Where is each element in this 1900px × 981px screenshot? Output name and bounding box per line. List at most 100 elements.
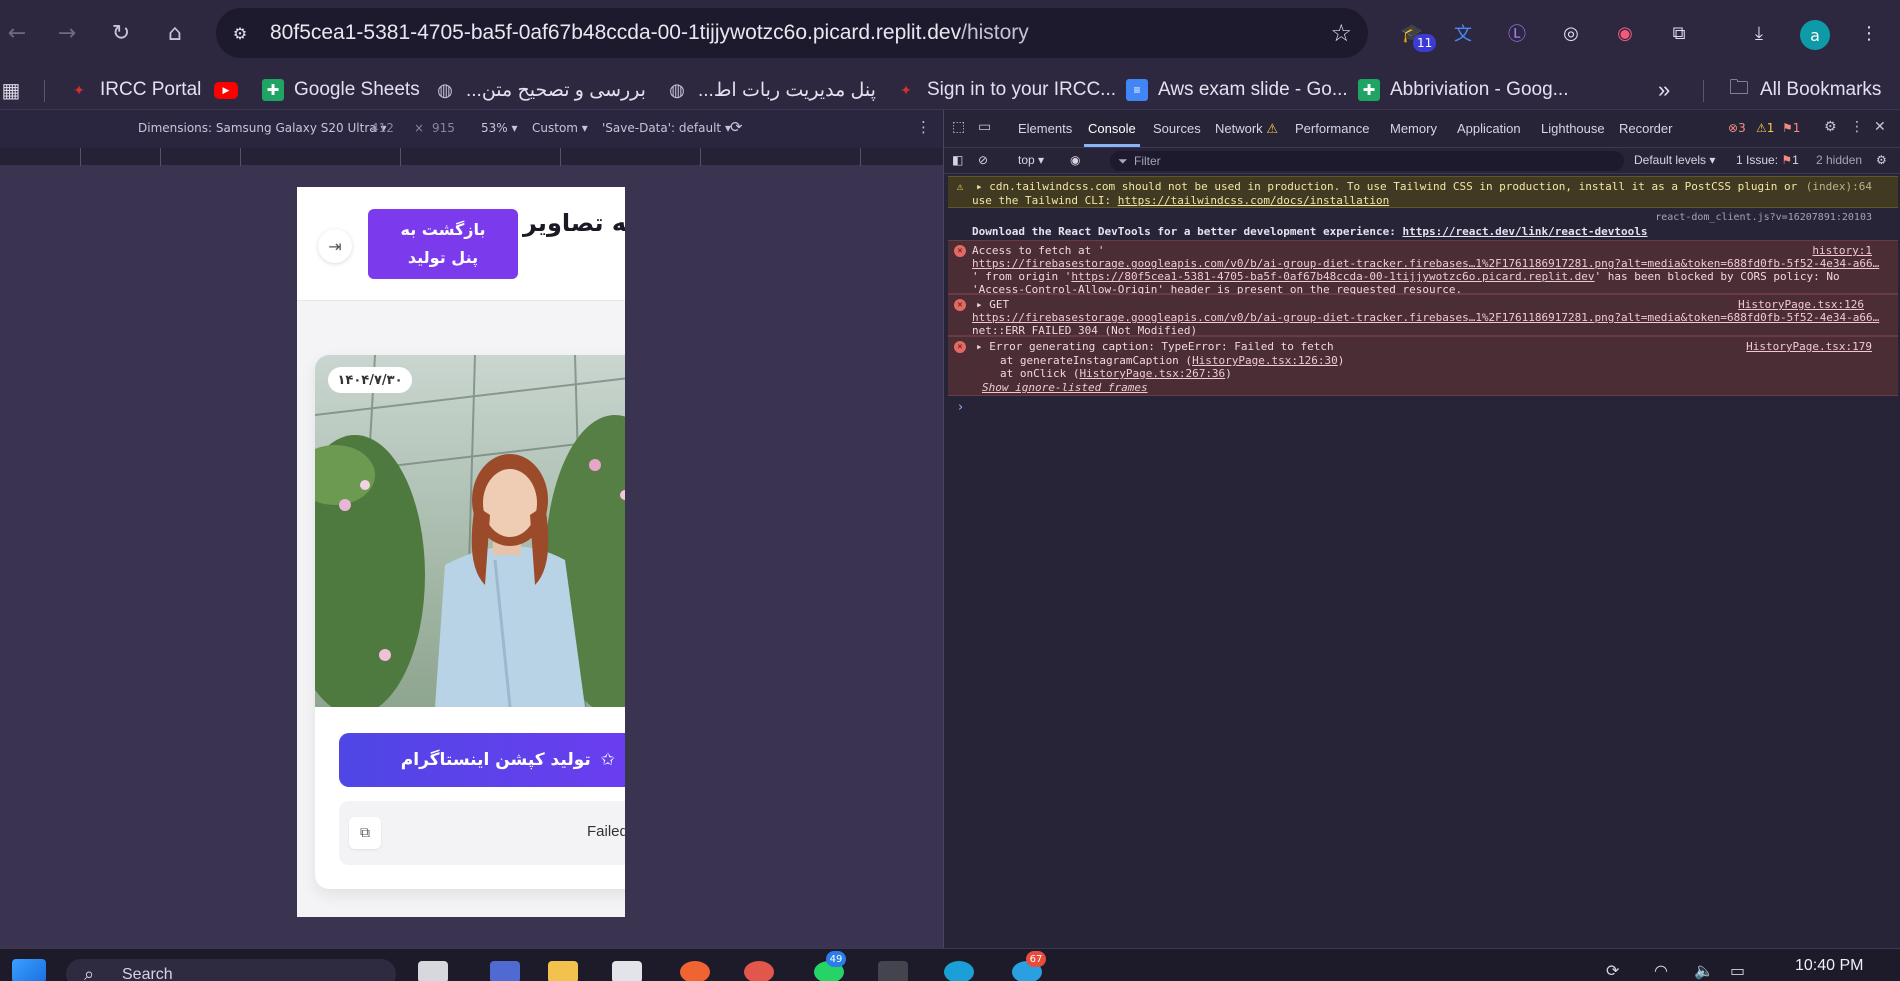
tab-recorder[interactable]: Recorder <box>1619 121 1672 136</box>
tab-console[interactable]: Console <box>1088 121 1136 136</box>
extensions-puzzle-icon[interactable]: ⧉ <box>1662 16 1696 50</box>
bookmark-ircc-signin[interactable]: ✦ Sign in to your IRCC... <box>895 78 1116 102</box>
bookmark-persian-text-check[interactable]: ◍ بررسی و تصحیح متن... <box>434 78 646 102</box>
save-data-select[interactable]: 'Save-Data': default ▾ <box>602 121 731 135</box>
bookmark-google-sheets[interactable]: ✚ Google Sheets <box>262 78 420 102</box>
bookmark-abbriviation[interactable]: ✚ Abbriviation - Goog... <box>1358 78 1568 102</box>
extension-speed-icon[interactable]: ◎ <box>1554 16 1588 50</box>
inspect-element-icon[interactable]: ⬚ <box>952 119 965 135</box>
tab-sources[interactable]: Sources <box>1153 121 1201 136</box>
warning-count-badge[interactable]: ⚠1 <box>1756 121 1774 135</box>
device-dimensions-select[interactable]: Dimensions: Samsung Galaxy S20 Ultra ▾ <box>138 121 386 135</box>
firebase-url-link[interactable]: https://firebasestorage.googleapis.com/v… <box>972 311 1879 325</box>
zoom-select[interactable]: 53% ▾ <box>481 121 518 135</box>
profile-avatar[interactable]: a <box>1800 20 1830 50</box>
issue-count-badge[interactable]: ⚑1 <box>1782 121 1800 135</box>
chrome-icon[interactable] <box>744 961 774 981</box>
console-error-get[interactable]: ✕ ▸ GET HistoryPage.tsx:126 https://fire… <box>948 294 1898 337</box>
extension-lr-icon[interactable]: Ⓛ <box>1500 16 1534 50</box>
sync-icon[interactable]: ⟳ <box>1606 961 1636 981</box>
tailwind-docs-link[interactable]: https://tailwindcss.com/docs/installatio… <box>1118 194 1390 207</box>
file-explorer-window-icon[interactable] <box>418 961 448 981</box>
throttle-select[interactable]: Custom ▾ <box>532 121 588 135</box>
bookmark-aws-exam[interactable]: ≡ Aws exam slide - Go... <box>1126 78 1348 102</box>
log-levels-select[interactable]: Default levels ▾ <box>1634 153 1715 167</box>
folder-icon[interactable] <box>548 961 578 981</box>
edge-icon[interactable] <box>944 961 974 981</box>
console-error-caption[interactable]: ✕ ▸ Error generating caption: TypeError:… <box>948 336 1898 396</box>
device-toggle-icon[interactable]: ▭ <box>978 119 991 135</box>
office-app-icon[interactable] <box>612 961 642 981</box>
taskbar-clock[interactable]: 10:40 PM <box>1795 957 1863 975</box>
console-info-message[interactable]: react-dom_client.js?v=16207891:20103 Dow… <box>948 208 1898 240</box>
react-devtools-link[interactable]: https://react.dev/link/react-devtools <box>1402 225 1647 238</box>
context-select[interactable]: top ▾ <box>1018 153 1044 167</box>
firebase-url-link[interactable]: https://firebasestorage.googleapis.com/v… <box>972 257 1879 271</box>
device-height-input[interactable]: 915 <box>432 121 455 135</box>
more-bookmarks-chevron-icon[interactable]: » <box>1658 77 1670 102</box>
download-icon[interactable]: ⤓ <box>1742 16 1776 50</box>
generate-caption-button[interactable]: ✩ تولید کپشن اینستاگرام <box>339 733 625 787</box>
taskbar-search-box[interactable]: ⌕ Search <box>66 959 396 981</box>
telegram-icon[interactable]: 67 <box>1012 951 1046 981</box>
close-icon[interactable]: ✕ <box>1874 119 1886 135</box>
site-info-icon[interactable]: ⚙ <box>228 21 252 45</box>
extension-graduation-icon[interactable]: 🎓 11 <box>1395 16 1437 52</box>
copy-icon[interactable]: ⧉ <box>349 817 381 849</box>
live-expression-eye-icon[interactable]: ◉ <box>1070 153 1080 167</box>
back-to-panel-button[interactable]: بازگشت به پنل تولید <box>368 209 518 279</box>
console-error-cors[interactable]: ✕ Access to fetch at ' history:1 https:/… <box>948 240 1898 296</box>
logout-icon[interactable]: ⇥ <box>318 229 352 263</box>
clear-console-icon[interactable]: ⊘ <box>978 153 988 167</box>
error-count-badge[interactable]: ⊗3 <box>1728 121 1746 135</box>
forward-arrow-icon[interactable]: → <box>50 16 84 50</box>
tab-performance[interactable]: Performance <box>1295 121 1369 136</box>
source-link[interactable]: HistoryPage.tsx:126 <box>1738 298 1864 312</box>
tab-lighthouse[interactable]: Lighthouse <box>1541 121 1605 136</box>
battery-icon[interactable]: ▭ <box>1730 961 1760 981</box>
google-translate-icon[interactable]: 文 <box>1446 16 1480 50</box>
back-arrow-icon[interactable]: ← <box>0 16 34 50</box>
tab-application[interactable]: Application <box>1457 121 1521 136</box>
bookmark-ircc-portal[interactable]: ✦ IRCC Portal <box>68 78 201 102</box>
sidebar-toggle-icon[interactable]: ◧ <box>952 153 963 167</box>
console-settings-gear-icon[interactable]: ⚙ <box>1876 153 1887 167</box>
source-link[interactable]: history:1 <box>1812 244 1872 258</box>
device-width-input[interactable]: 412 <box>371 121 394 135</box>
reload-icon[interactable]: ↻ <box>104 16 138 50</box>
console-warning-message[interactable]: ⚠ ▸ cdn.tailwindcss.com should not be us… <box>948 176 1898 208</box>
console-filter-input[interactable]: ⏷ Filter <box>1110 151 1624 171</box>
source-link[interactable]: HistoryPage.tsx:179 <box>1746 340 1872 354</box>
bookmark-star-icon[interactable]: ☆ <box>1330 19 1352 47</box>
tab-elements[interactable]: Elements <box>1018 121 1072 136</box>
show-ignore-listed-frames-link[interactable]: Show ignore-listed frames <box>982 381 1148 395</box>
source-link[interactable]: react-dom_client.js?v=16207891:20103 <box>1655 211 1872 225</box>
issues-link[interactable]: 1 Issue: ⚑1 <box>1736 153 1799 167</box>
rotate-icon[interactable]: ⟳ <box>730 118 743 136</box>
volume-icon[interactable]: 🔈 <box>1694 961 1724 981</box>
console-prompt-chevron-icon[interactable]: › <box>958 400 963 415</box>
apps-grid-icon[interactable]: ▦ <box>0 78 22 102</box>
wifi-icon[interactable]: ◠ <box>1654 961 1684 981</box>
url-text[interactable]: 80f5cea1-5381-4705-ba5f-0af67b48ccda-00-… <box>270 21 1029 45</box>
device-more-icon[interactable]: ⋮ <box>916 118 931 136</box>
stack-source-link[interactable]: HistoryPage.tsx:126:30 <box>1192 354 1338 367</box>
terminal-icon[interactable] <box>878 961 908 981</box>
windows-start-icon[interactable] <box>12 959 46 981</box>
kebab-menu-icon[interactable]: ⋮ <box>1852 16 1886 50</box>
remote-desktop-icon[interactable] <box>490 961 520 981</box>
bookmark-persian-bot-panel[interactable]: ◍ پنل مدیریت ربات اط... <box>666 78 876 102</box>
extension-pink-icon[interactable]: ◉ <box>1608 16 1642 50</box>
devtools-more-icon[interactable]: ⋮ <box>1850 119 1864 135</box>
settings-gear-icon[interactable]: ⚙ <box>1824 119 1837 135</box>
all-bookmarks-folder[interactable]: 🗀 All Bookmarks <box>1728 77 1881 102</box>
whatsapp-icon[interactable]: 49 <box>814 951 846 981</box>
home-icon[interactable]: ⌂ <box>158 16 192 50</box>
stack-source-link[interactable]: HistoryPage.tsx:267:36 <box>1079 367 1225 380</box>
origin-link[interactable]: https://80f5cea1-5381-4705-ba5f-0af67b48… <box>1071 270 1594 283</box>
address-bar[interactable]: ⚙ 80f5cea1-5381-4705-ba5f-0af67b48ccda-0… <box>216 8 1368 58</box>
bookmark-youtube[interactable]: ▶ <box>214 78 238 102</box>
tab-network[interactable]: Network ⚠ <box>1215 121 1278 137</box>
source-link[interactable]: (index):64 <box>1806 180 1872 194</box>
postman-icon[interactable] <box>680 961 710 981</box>
